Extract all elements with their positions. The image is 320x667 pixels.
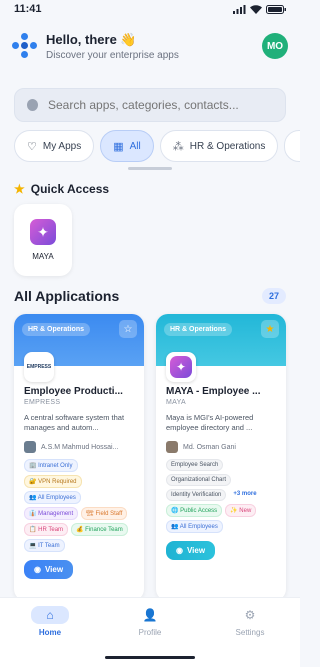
tag: Employee Search xyxy=(166,459,224,471)
tag: Organizational Chart xyxy=(166,474,232,486)
tag: 🔐 VPN Required xyxy=(24,475,82,488)
grid-icon: ▦ xyxy=(113,140,124,153)
tag: 👔 Management xyxy=(24,507,79,520)
nav-home[interactable]: ⌂ Home xyxy=(15,606,85,667)
filter-chips: ♡ My Apps ▦ All ⁂ HR & Operations xyxy=(0,122,300,164)
app-name: Employee Producti... xyxy=(24,386,123,397)
eye-icon: ◉ xyxy=(34,565,41,574)
apps-count-badge: 27 xyxy=(261,288,286,304)
home-icon: ⌂ xyxy=(31,606,69,624)
chips-scrollbar[interactable] xyxy=(128,167,172,170)
maya-sparkle-icon: ✦ xyxy=(30,219,56,245)
greeting-subtitle: Discover your enterprise apps xyxy=(46,49,179,61)
chip-label: All xyxy=(129,140,141,152)
greeting-title: Hello, there 👋 xyxy=(46,31,137,47)
search-icon xyxy=(27,99,38,111)
eye-icon: ◉ xyxy=(176,546,183,555)
chip-all[interactable]: ▦ All xyxy=(100,130,154,162)
all-apps-title: All Applications xyxy=(14,288,120,304)
home-indicator xyxy=(105,656,195,659)
bottom-nav: ⌂ Home 👤 Profile ⚙ Settings xyxy=(0,597,300,667)
maya-logo-icon: ✦ xyxy=(166,352,196,382)
battery-icon xyxy=(266,4,286,14)
app-card[interactable]: HR & Operations ★ ✦ MAYA - Employee ... … xyxy=(156,314,286,601)
favorite-star-icon[interactable]: ★ xyxy=(261,320,279,338)
tag: 👥 All Employees xyxy=(24,491,81,504)
quick-access-header: ★ Quick Access xyxy=(0,182,300,196)
owner-name: A.S.M Mahmud Hossai... xyxy=(41,443,119,451)
more-tags-link[interactable]: +3 more xyxy=(229,489,260,501)
app-owner: A.S.M Mahmud Hossai... xyxy=(24,441,134,453)
tag: ✨ New xyxy=(225,504,257,517)
chip-more[interactable] xyxy=(284,130,300,162)
quick-access-label: MAYA xyxy=(32,252,54,261)
person-icon: 👤 xyxy=(142,608,158,622)
star-icon: ★ xyxy=(14,182,25,196)
tag: 🌐 Public Access xyxy=(166,504,223,517)
search-bar[interactable] xyxy=(14,88,286,122)
status-time: 11:41 xyxy=(14,3,42,15)
tag: 🏗 Field Staff xyxy=(81,507,128,520)
app-org: EMPRESS xyxy=(24,399,61,406)
avatar[interactable]: MO xyxy=(262,33,288,59)
card-banner: HR & Operations ★ ✦ xyxy=(156,314,286,382)
app-card[interactable]: HR & Operations ☆ EMPRESS Employee Produ… xyxy=(14,314,144,601)
owner-avatar xyxy=(24,441,36,453)
quick-access-title: Quick Access xyxy=(30,182,110,196)
tag: 💰 Finance Team xyxy=(71,523,128,536)
nav-settings[interactable]: ⚙ Settings xyxy=(215,606,285,667)
app-description: Maya is MGI's AI-powered employee direct… xyxy=(166,413,254,433)
status-bar: 11:41 xyxy=(0,0,300,18)
search-input[interactable] xyxy=(47,98,273,112)
tag: 👥 All Employees xyxy=(166,520,223,533)
category-badge: HR & Operations xyxy=(22,323,91,336)
owner-avatar xyxy=(166,441,178,453)
app-description: A central software system that manages a… xyxy=(24,413,125,433)
chip-label: My Apps xyxy=(42,140,82,152)
dots-icon: ⁂ xyxy=(172,140,184,153)
chip-label: HR & Operations xyxy=(189,140,266,152)
tag: 🏢 Intranet Only xyxy=(24,459,78,472)
app-logo-icon xyxy=(12,33,38,59)
apps-grid: HR & Operations ☆ EMPRESS Employee Produ… xyxy=(0,314,300,601)
gear-icon: ⚙ xyxy=(244,608,256,622)
quick-access-item-maya[interactable]: ✦ MAYA xyxy=(14,204,72,276)
view-button[interactable]: ◉ View xyxy=(166,541,216,560)
header: Hello, there 👋 Discover your enterprise … xyxy=(0,18,300,66)
tag: Identity Verification xyxy=(166,489,227,501)
view-button[interactable]: ◉ View xyxy=(24,560,74,579)
all-apps-header: All Applications 27 xyxy=(0,288,300,304)
favorite-star-icon[interactable]: ☆ xyxy=(119,320,137,338)
app-owner: Md. Osman Gani xyxy=(166,441,276,453)
signal-icon xyxy=(233,4,246,14)
app-name: MAYA - Employee ... xyxy=(166,386,261,397)
tag: 📋 HR Team xyxy=(24,523,69,536)
tag: 💻 IT Team xyxy=(24,539,65,552)
app-tags: 🏢 Intranet Only 🔐 VPN Required 👥 All Emp… xyxy=(24,459,134,552)
app-org: MAYA xyxy=(166,399,186,406)
card-banner: HR & Operations ☆ EMPRESS xyxy=(14,314,144,382)
heart-icon: ♡ xyxy=(27,140,37,153)
owner-name: Md. Osman Gani xyxy=(183,443,236,451)
wifi-icon xyxy=(250,4,262,14)
empress-logo-icon: EMPRESS xyxy=(24,352,54,382)
chip-hr-operations[interactable]: ⁂ HR & Operations xyxy=(159,130,279,162)
chip-my-apps[interactable]: ♡ My Apps xyxy=(14,130,95,162)
category-badge: HR & Operations xyxy=(164,323,233,336)
app-tags: Employee Search Organizational Chart Ide… xyxy=(166,459,276,533)
status-icons xyxy=(233,4,286,14)
greeting: Hello, there 👋 Discover your enterprise … xyxy=(46,32,179,61)
